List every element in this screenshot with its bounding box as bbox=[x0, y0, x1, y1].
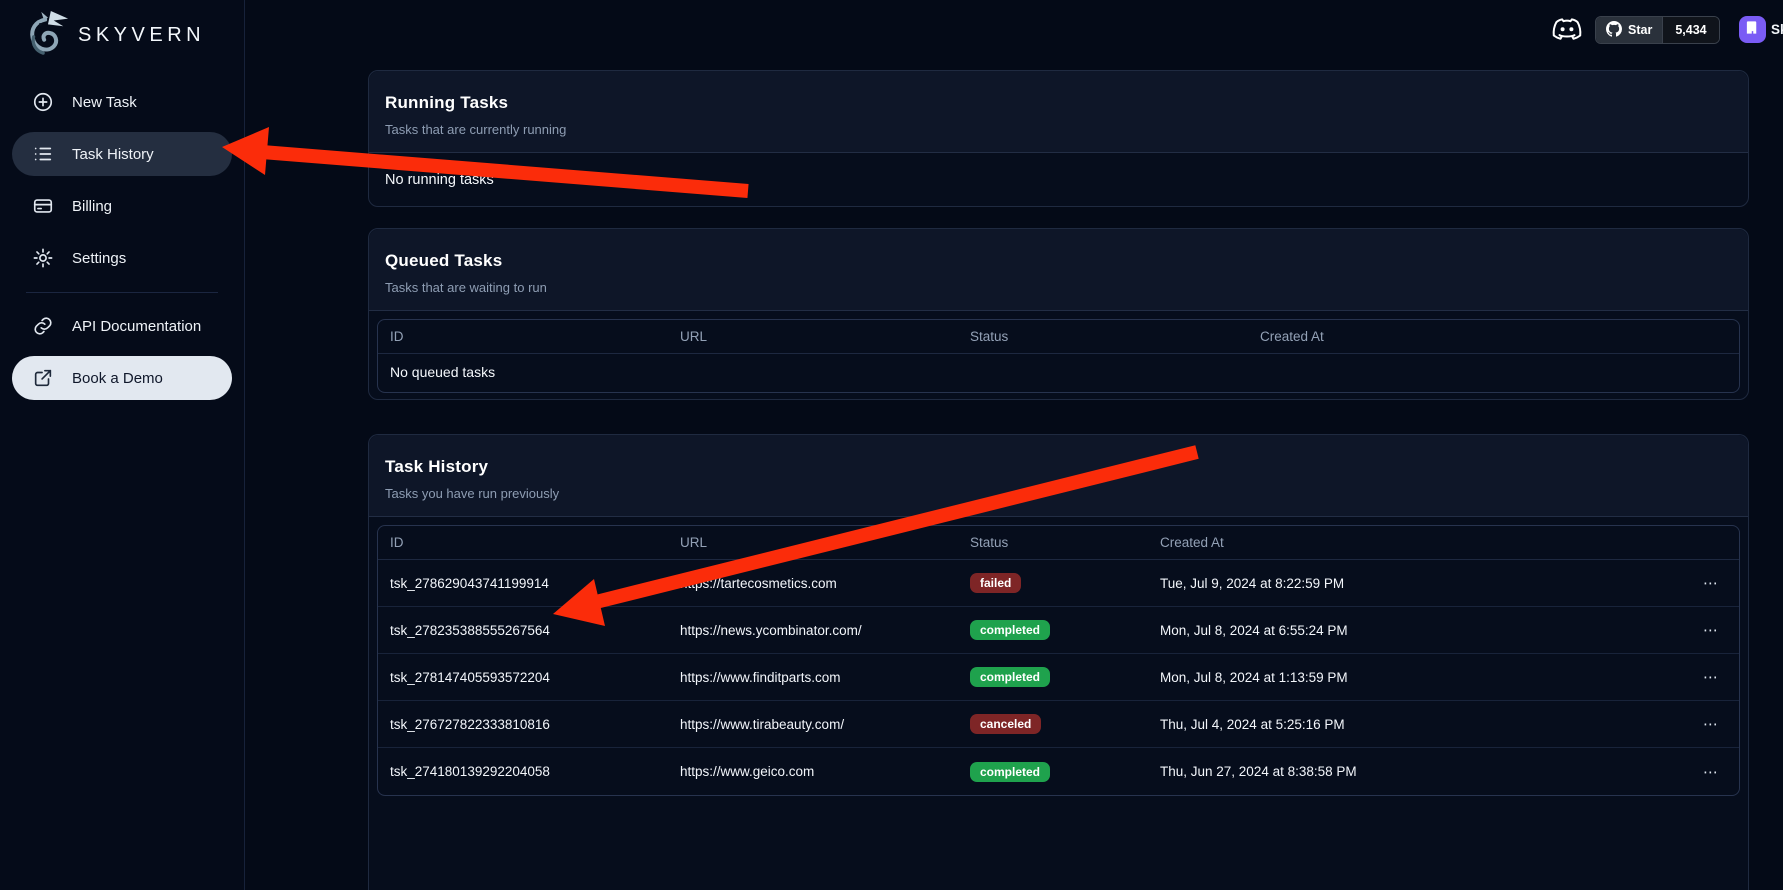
panel-title: Running Tasks bbox=[385, 93, 1732, 113]
column-header-status: Status bbox=[958, 535, 1148, 550]
sidebar-item-label: API Documentation bbox=[72, 318, 201, 335]
sidebar-divider bbox=[26, 292, 218, 293]
task-url-cell: https://www.tirabeauty.com/ bbox=[668, 717, 958, 732]
external-link-icon bbox=[32, 367, 54, 389]
queued-tasks-header: Queued Tasks Tasks that are waiting to r… bbox=[369, 229, 1748, 311]
link-icon bbox=[32, 315, 54, 337]
panel-subtitle: Tasks that are currently running bbox=[385, 122, 1732, 137]
sidebar-nav: New Task Task History Billing bbox=[0, 80, 244, 400]
task-history-table: ID URL Status Created At tsk_27862904374… bbox=[377, 525, 1740, 796]
status-badge: completed bbox=[970, 667, 1050, 687]
github-star-segment[interactable]: Star bbox=[1596, 17, 1662, 43]
queued-tasks-empty-text: No queued tasks bbox=[378, 354, 1739, 392]
sidebar-item-label: Billing bbox=[72, 198, 112, 215]
dragon-logo bbox=[24, 8, 70, 63]
sidebar-item-label: Book a Demo bbox=[72, 370, 163, 387]
sidebar-item-label: Task History bbox=[72, 146, 154, 163]
sidebar-item-book-a-demo[interactable]: Book a Demo bbox=[12, 356, 232, 400]
column-header-created-at: Created At bbox=[1148, 535, 1683, 550]
queued-tasks-table: ID URL Status Created At No queued tasks bbox=[377, 319, 1740, 393]
user-name-partial: Sk bbox=[1771, 22, 1783, 37]
running-tasks-header: Running Tasks Tasks that are currently r… bbox=[369, 71, 1748, 153]
task-id-cell: tsk_278147405593572204 bbox=[378, 670, 668, 685]
task-url-cell: https://www.geico.com bbox=[668, 764, 958, 779]
panel-subtitle: Tasks that are waiting to run bbox=[385, 280, 1732, 295]
credit-card-icon bbox=[32, 195, 54, 217]
created-at-cell: Mon, Jul 8, 2024 at 1:13:59 PM bbox=[1148, 670, 1683, 685]
status-badge: completed bbox=[970, 620, 1050, 640]
table-row[interactable]: tsk_274180139292204058 https://www.geico… bbox=[378, 748, 1739, 795]
table-header-row: ID URL Status Created At bbox=[378, 320, 1739, 354]
panel-subtitle: Tasks you have run previously bbox=[385, 486, 1732, 501]
sidebar-item-label: New Task bbox=[72, 94, 137, 111]
column-header-url: URL bbox=[668, 535, 958, 550]
avatar[interactable] bbox=[1739, 16, 1766, 43]
sidebar: SKYVERN New Task Task History Billing bbox=[0, 0, 245, 890]
github-star-button[interactable]: Star 5,434 bbox=[1595, 16, 1720, 44]
column-header-status: Status bbox=[958, 329, 1248, 344]
status-badge: canceled bbox=[970, 714, 1041, 734]
sidebar-item-api-documentation[interactable]: API Documentation bbox=[12, 304, 232, 348]
created-at-cell: Thu, Jul 4, 2024 at 5:25:16 PM bbox=[1148, 717, 1683, 732]
ellipsis-icon[interactable]: ⋯ bbox=[1683, 668, 1739, 686]
task-history-header: Task History Tasks you have run previous… bbox=[369, 435, 1748, 517]
sidebar-item-new-task[interactable]: New Task bbox=[12, 80, 232, 124]
brand: SKYVERN bbox=[0, 0, 244, 63]
skyvern-app: SKYVERN New Task Task History Billing bbox=[0, 0, 1783, 890]
task-url-cell: https://tartecosmetics.com bbox=[668, 576, 958, 591]
task-id-cell: tsk_276727822333810816 bbox=[378, 717, 668, 732]
table-row[interactable]: tsk_278235388555267564 https://news.ycom… bbox=[378, 607, 1739, 654]
task-history-panel: Task History Tasks you have run previous… bbox=[368, 434, 1749, 890]
gear-icon bbox=[32, 247, 54, 269]
status-badge: completed bbox=[970, 762, 1050, 782]
github-star-label: Star bbox=[1628, 23, 1652, 37]
created-at-cell: Thu, Jun 27, 2024 at 8:38:58 PM bbox=[1148, 764, 1683, 779]
task-id-cell: tsk_278235388555267564 bbox=[378, 623, 668, 638]
task-url-cell: https://www.finditparts.com bbox=[668, 670, 958, 685]
brand-name: SKYVERN bbox=[78, 24, 205, 47]
table-header-row: ID URL Status Created At bbox=[378, 526, 1739, 560]
created-at-cell: Tue, Jul 9, 2024 at 8:22:59 PM bbox=[1148, 576, 1683, 591]
running-tasks-panel: Running Tasks Tasks that are currently r… bbox=[368, 70, 1749, 207]
sidebar-item-billing[interactable]: Billing bbox=[12, 184, 232, 228]
table-row[interactable]: tsk_276727822333810816 https://www.tirab… bbox=[378, 701, 1739, 748]
table-row[interactable]: tsk_278147405593572204 https://www.findi… bbox=[378, 654, 1739, 701]
table-row[interactable]: tsk_278629043741199914 https://tartecosm… bbox=[378, 560, 1739, 607]
list-icon bbox=[32, 143, 54, 165]
task-id-cell: tsk_278629043741199914 bbox=[378, 576, 668, 591]
ellipsis-icon[interactable]: ⋯ bbox=[1683, 763, 1739, 781]
running-tasks-empty-text: No running tasks bbox=[369, 153, 1748, 207]
created-at-cell: Mon, Jul 8, 2024 at 6:55:24 PM bbox=[1148, 623, 1683, 638]
sidebar-item-settings[interactable]: Settings bbox=[12, 236, 232, 280]
circle-plus-icon bbox=[32, 91, 54, 113]
panel-title: Task History bbox=[385, 457, 1732, 477]
column-header-id: ID bbox=[378, 535, 668, 550]
task-id-cell: tsk_274180139292204058 bbox=[378, 764, 668, 779]
sidebar-item-task-history[interactable]: Task History bbox=[12, 132, 232, 176]
organization-icon bbox=[1745, 20, 1760, 40]
discord-icon[interactable] bbox=[1551, 17, 1583, 44]
status-badge: failed bbox=[970, 573, 1021, 593]
github-icon bbox=[1606, 21, 1622, 40]
queued-tasks-panel: Queued Tasks Tasks that are waiting to r… bbox=[368, 228, 1749, 400]
column-header-id: ID bbox=[378, 329, 668, 344]
column-header-url: URL bbox=[668, 329, 958, 344]
task-url-cell: https://news.ycombinator.com/ bbox=[668, 623, 958, 638]
ellipsis-icon[interactable]: ⋯ bbox=[1683, 715, 1739, 733]
ellipsis-icon[interactable]: ⋯ bbox=[1683, 621, 1739, 639]
ellipsis-icon[interactable]: ⋯ bbox=[1683, 574, 1739, 592]
sidebar-item-label: Settings bbox=[72, 250, 126, 267]
column-header-created-at: Created At bbox=[1248, 329, 1739, 344]
github-star-count[interactable]: 5,434 bbox=[1662, 17, 1718, 43]
panel-title: Queued Tasks bbox=[385, 251, 1732, 271]
